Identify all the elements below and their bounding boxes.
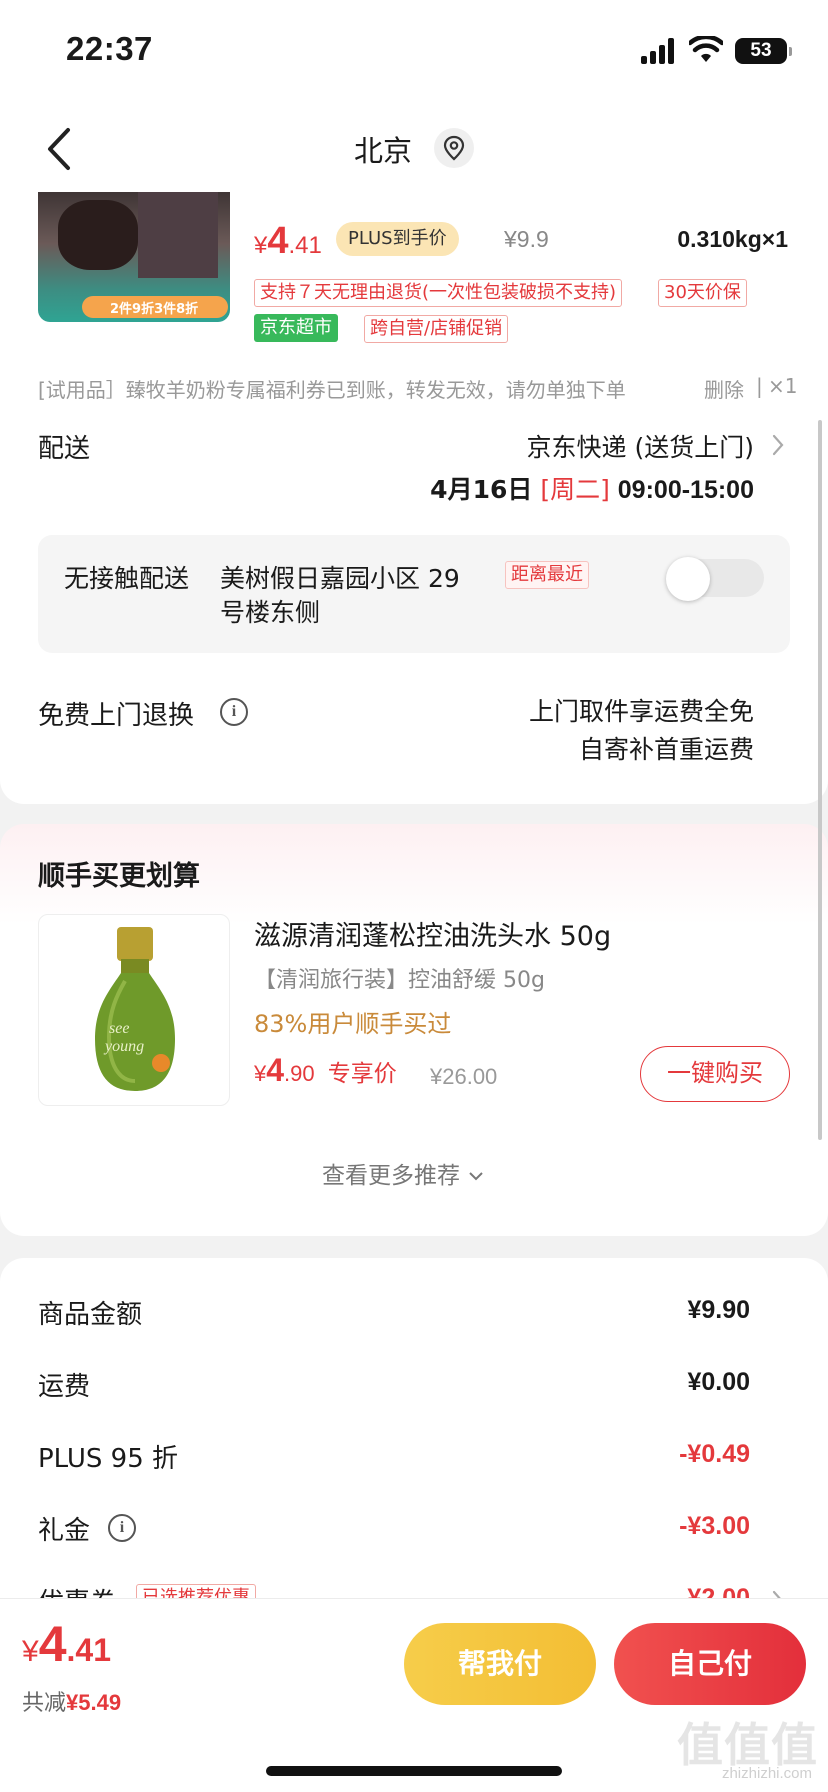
recommend-original-price: ¥26.00 xyxy=(430,1064,498,1089)
back-arrow-icon[interactable] xyxy=(40,126,76,172)
battery-icon: 53 xyxy=(735,38,792,64)
total-price: ¥4.41 xyxy=(22,1616,111,1672)
order-card: 2件9折3件8折 ¥4.41 PLUS到手价 ¥9.9 0.310kg×1 支持… xyxy=(0,192,828,804)
plus-discount-label: PLUS 95 折 xyxy=(38,1444,179,1474)
status-time: 22:37 xyxy=(66,30,153,67)
shampoo-bottle-icon: see young xyxy=(95,927,175,1091)
recommend-product-spec: 【清润旅行装】控油舒缓 50g xyxy=(254,968,545,993)
delivery-method[interactable]: 京东快递 (送货上门) xyxy=(527,428,754,464)
nearest-badge: 距离最近 xyxy=(505,561,589,589)
trial-separator: | xyxy=(756,374,763,398)
location-button[interactable] xyxy=(434,128,474,168)
shipping-label: 运费 xyxy=(38,1372,91,1402)
contactless-label: 无接触配送 xyxy=(64,564,190,593)
status-bar: 22:37 53 xyxy=(0,0,828,100)
info-icon[interactable]: i xyxy=(220,698,248,726)
contactless-address-line1: 美树假日嘉园小区 29 xyxy=(220,564,460,593)
info-icon[interactable]: i xyxy=(108,1514,136,1542)
chevron-down-icon xyxy=(469,1172,484,1181)
recommend-product-image[interactable]: see young xyxy=(38,914,230,1106)
contactless-toggle[interactable] xyxy=(666,557,764,601)
product-original-price: ¥9.9 xyxy=(504,226,549,252)
see-more-recommend[interactable]: 查看更多推荐 xyxy=(322,1156,485,1190)
price-protect-tag: 30天价保 xyxy=(658,279,747,307)
delivery-label: 配送 xyxy=(38,434,91,464)
pay-myself-button[interactable]: 自己付 xyxy=(614,1623,806,1705)
one-click-buy-button[interactable]: 一键购买 xyxy=(640,1046,790,1102)
location-pin-icon xyxy=(443,135,465,161)
home-indicator[interactable] xyxy=(266,1766,562,1776)
gift-money-value: -¥3.00 xyxy=(679,1512,750,1540)
jd-supermarket-tag: 京东超市 xyxy=(254,314,338,342)
svg-text:young: young xyxy=(103,1038,144,1055)
promo-tag: 跨自营/店铺促销 xyxy=(364,315,509,343)
plus-price-badge: PLUS到手价 xyxy=(336,222,459,256)
page-title: 北京 xyxy=(354,134,413,168)
product-price: ¥4.41 xyxy=(254,220,322,262)
signal-icon xyxy=(641,38,679,64)
watermark-url: zhizhizhi.com xyxy=(721,1765,812,1782)
trial-qty: ×1 xyxy=(768,374,798,398)
chevron-right-icon[interactable] xyxy=(770,432,786,458)
plus-discount-value: -¥0.49 xyxy=(679,1440,750,1468)
checkout-bar: ¥4.41 共减¥5.49 帮我付 自己付 值值值 zhizhizhi.com xyxy=(0,1598,828,1792)
trial-delete-link[interactable]: 删除 xyxy=(704,374,744,403)
svg-text:see: see xyxy=(109,1020,129,1037)
free-return-line1: 上门取件享运费全免 xyxy=(528,697,754,726)
shipping-value: ¥0.00 xyxy=(687,1368,750,1396)
help-me-pay-button[interactable]: 帮我付 xyxy=(404,1623,596,1705)
recommend-product-name[interactable]: 滋源清润蓬松控油洗头水 50g xyxy=(254,914,611,953)
product-weight-qty: 0.310kg×1 xyxy=(677,226,788,252)
goods-amount-value: ¥9.90 xyxy=(687,1296,750,1324)
wifi-icon xyxy=(689,36,723,62)
return-policy-tag: 支持７天无理由退货(一次性包装破损不支持) xyxy=(254,279,623,307)
recommend-price: ¥4.90 专享价 xyxy=(254,1052,397,1088)
product-image-caption: 2件9折3件8折 xyxy=(110,302,199,317)
total-saved: 共减¥5.49 xyxy=(22,1690,122,1716)
product-image[interactable]: 2件9折3件8折 xyxy=(38,192,230,322)
recommend-buy-stat: 83%用户顺手买过 xyxy=(254,1010,452,1038)
contactless-address-line2: 号楼东侧 xyxy=(220,598,321,627)
free-return-label: 免费上门退换 xyxy=(38,701,195,731)
nav-bar: 北京 xyxy=(0,100,828,192)
contactless-delivery-panel: 无接触配送 美树假日嘉园小区 29 号楼东侧 距离最近 xyxy=(38,535,790,653)
goods-amount-label: 商品金额 xyxy=(38,1300,143,1330)
free-return-line2: 自寄补首重运费 xyxy=(578,735,754,764)
recommend-title: 顺手买更划算 xyxy=(38,861,200,892)
recommend-card: 顺手买更划算 see young 滋源清润蓬松控油洗头水 50g 【清润旅行装】… xyxy=(0,824,828,1236)
trial-item-text: [试用品］臻牧羊奶粉专属福利券已到账，转发无效，请勿单独下单 xyxy=(38,378,626,402)
delivery-time[interactable]: 4月16日 [周二] 09:00-15:00 xyxy=(430,470,754,506)
gift-money-label: 礼金 xyxy=(38,1516,91,1546)
scrollbar[interactable] xyxy=(818,420,822,1140)
